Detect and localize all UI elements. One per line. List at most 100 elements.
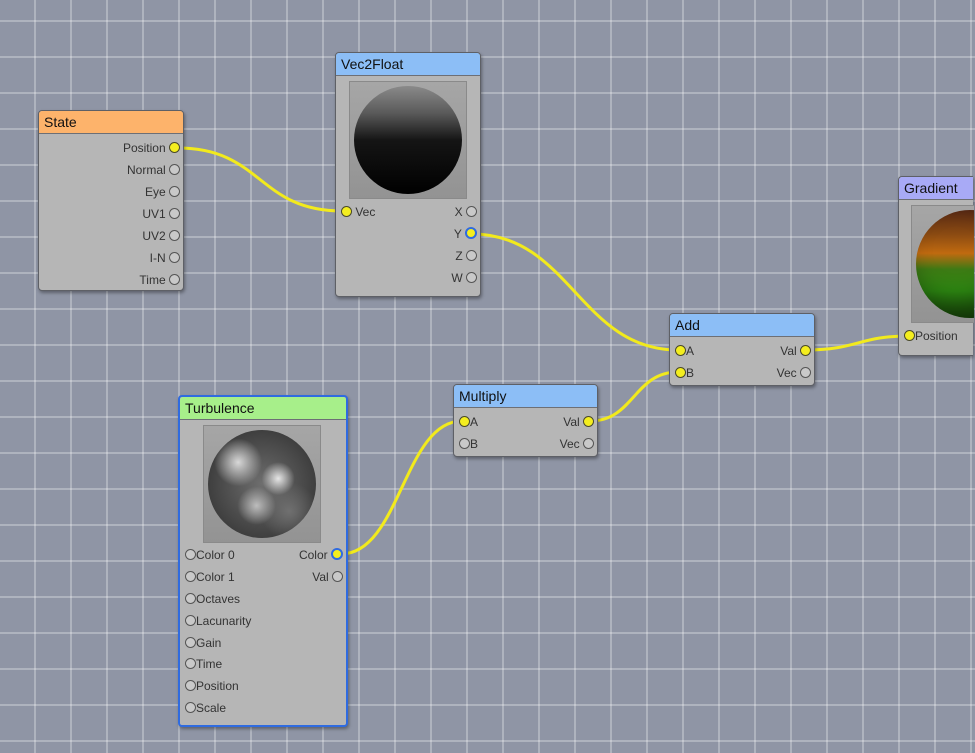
port-label: Val bbox=[312, 570, 329, 584]
input-port-icon[interactable] bbox=[185, 593, 196, 604]
gradient-node-title: Gradient bbox=[899, 177, 973, 200]
gradient-input-position[interactable]: Position bbox=[904, 328, 958, 344]
vec2float-output-z[interactable]: Z bbox=[455, 248, 477, 264]
preview-sphere-image bbox=[916, 210, 974, 318]
wire-turbulence-color-to-multiply-a[interactable] bbox=[340, 419, 463, 556]
output-port-connected-icon[interactable] bbox=[169, 142, 180, 153]
input-port-icon[interactable] bbox=[185, 680, 196, 691]
input-port-connected-icon[interactable] bbox=[675, 345, 686, 356]
port-label: Color bbox=[298, 548, 328, 562]
vec2float-output-y[interactable]: Y bbox=[454, 226, 477, 242]
port-label: Scale bbox=[196, 701, 227, 715]
state-output-uv2[interactable]: UV2 bbox=[142, 228, 180, 244]
wire-add-val-to-gradient-position[interactable] bbox=[806, 334, 909, 352]
output-port-icon[interactable] bbox=[169, 274, 180, 285]
output-port-icon[interactable] bbox=[169, 230, 180, 241]
turbulence-node[interactable]: Turbulence Color 0 Color 1 Octaves Lacun… bbox=[178, 395, 348, 727]
input-port-icon[interactable] bbox=[185, 702, 196, 713]
port-label: Z bbox=[455, 249, 463, 263]
port-label: Y bbox=[453, 227, 462, 241]
state-output-time[interactable]: Time bbox=[139, 272, 180, 288]
input-port-icon[interactable] bbox=[185, 615, 196, 626]
port-label: Vec bbox=[355, 205, 376, 219]
vec2float-output-x[interactable]: X bbox=[455, 204, 477, 220]
multiply-output-val[interactable]: Val bbox=[563, 414, 594, 430]
input-port-icon[interactable] bbox=[459, 438, 470, 449]
state-output-position[interactable]: Position bbox=[123, 140, 180, 156]
output-port-icon[interactable] bbox=[169, 186, 180, 197]
port-label: B bbox=[686, 366, 695, 380]
output-port-icon[interactable] bbox=[332, 571, 343, 582]
turbulence-input-color-1[interactable]: Color 1 bbox=[185, 569, 235, 585]
vec2float-output-w[interactable]: W bbox=[451, 270, 477, 286]
turbulence-input-scale[interactable]: Scale bbox=[185, 700, 226, 716]
port-label: A bbox=[686, 344, 695, 358]
input-port-icon[interactable] bbox=[185, 571, 196, 582]
multiply-node[interactable]: Multiply A B Val Vec bbox=[453, 384, 598, 457]
vec2float-node-title: Vec2Float bbox=[336, 53, 480, 76]
port-label: W bbox=[451, 271, 463, 285]
wire-state-position-to-vec2float-vec[interactable] bbox=[177, 146, 343, 213]
port-label: Color 0 bbox=[196, 548, 235, 562]
turbulence-input-color-0[interactable]: Color 0 bbox=[185, 547, 235, 563]
turbulence-output-color[interactable]: Color bbox=[299, 547, 343, 563]
state-output-i-n[interactable]: I-N bbox=[150, 250, 180, 266]
turbulence-preview bbox=[203, 425, 321, 543]
vec2float-input-vec[interactable]: Vec bbox=[341, 204, 375, 220]
gradient-preview bbox=[911, 205, 974, 323]
port-label: Gain bbox=[196, 636, 222, 650]
input-port-icon[interactable] bbox=[185, 549, 196, 560]
output-port-selected-icon[interactable] bbox=[465, 227, 477, 239]
preview-sphere-image bbox=[208, 430, 316, 538]
port-label: Position bbox=[196, 679, 239, 693]
add-node[interactable]: Add A B Val Vec bbox=[669, 313, 815, 386]
turbulence-input-lacunarity[interactable]: Lacunarity bbox=[185, 613, 251, 629]
output-port-icon[interactable] bbox=[583, 438, 594, 449]
output-port-icon[interactable] bbox=[466, 206, 477, 217]
output-port-icon[interactable] bbox=[466, 272, 477, 283]
gradient-node[interactable]: Gradient Position bbox=[898, 176, 974, 356]
input-port-connected-icon[interactable] bbox=[675, 367, 686, 378]
output-port-icon[interactable] bbox=[800, 367, 811, 378]
wire-vec2float-y-to-add-a[interactable] bbox=[471, 232, 679, 352]
port-label: Eye bbox=[144, 185, 166, 199]
vec2float-node[interactable]: Vec2Float Vec X Y Z W bbox=[335, 52, 481, 297]
turbulence-input-octaves[interactable]: Octaves bbox=[185, 591, 240, 607]
output-port-selected-icon[interactable] bbox=[331, 548, 343, 560]
input-port-icon[interactable] bbox=[185, 658, 196, 669]
add-output-val[interactable]: Val bbox=[780, 343, 811, 359]
input-port-icon[interactable] bbox=[185, 637, 196, 648]
state-output-normal[interactable]: Normal bbox=[127, 162, 180, 178]
port-label: Color 1 bbox=[196, 570, 235, 584]
port-label: Position bbox=[915, 329, 958, 343]
port-label: UV1 bbox=[142, 207, 166, 221]
turbulence-input-gain[interactable]: Gain bbox=[185, 635, 221, 651]
port-label: A bbox=[470, 415, 479, 429]
port-label: Octaves bbox=[196, 592, 241, 606]
output-port-connected-icon[interactable] bbox=[583, 416, 594, 427]
port-label: I-N bbox=[149, 251, 166, 265]
wire-multiply-val-to-add-b[interactable] bbox=[589, 370, 679, 423]
turbulence-input-time[interactable]: Time bbox=[185, 656, 222, 672]
output-port-connected-icon[interactable] bbox=[800, 345, 811, 356]
port-label: Val bbox=[780, 344, 797, 358]
input-port-connected-icon[interactable] bbox=[904, 330, 915, 341]
input-port-connected-icon[interactable] bbox=[341, 206, 352, 217]
turbulence-input-position[interactable]: Position bbox=[185, 678, 239, 694]
preview-sphere-image bbox=[354, 86, 462, 194]
multiply-input-a[interactable]: A bbox=[459, 414, 478, 430]
input-port-connected-icon[interactable] bbox=[459, 416, 470, 427]
multiply-output-vec[interactable]: Vec bbox=[560, 436, 594, 452]
multiply-input-b[interactable]: B bbox=[459, 436, 478, 452]
add-input-a[interactable]: A bbox=[675, 343, 694, 359]
turbulence-output-val[interactable]: Val bbox=[312, 569, 343, 585]
output-port-icon[interactable] bbox=[169, 208, 180, 219]
output-port-icon[interactable] bbox=[169, 252, 180, 263]
add-output-vec[interactable]: Vec bbox=[777, 365, 811, 381]
state-output-eye[interactable]: Eye bbox=[145, 184, 180, 200]
output-port-icon[interactable] bbox=[466, 250, 477, 261]
output-port-icon[interactable] bbox=[169, 164, 180, 175]
state-node[interactable]: State Position Normal Eye UV1 UV2 I-N Ti… bbox=[38, 110, 184, 291]
state-output-uv1[interactable]: UV1 bbox=[142, 206, 180, 222]
add-input-b[interactable]: B bbox=[675, 365, 694, 381]
